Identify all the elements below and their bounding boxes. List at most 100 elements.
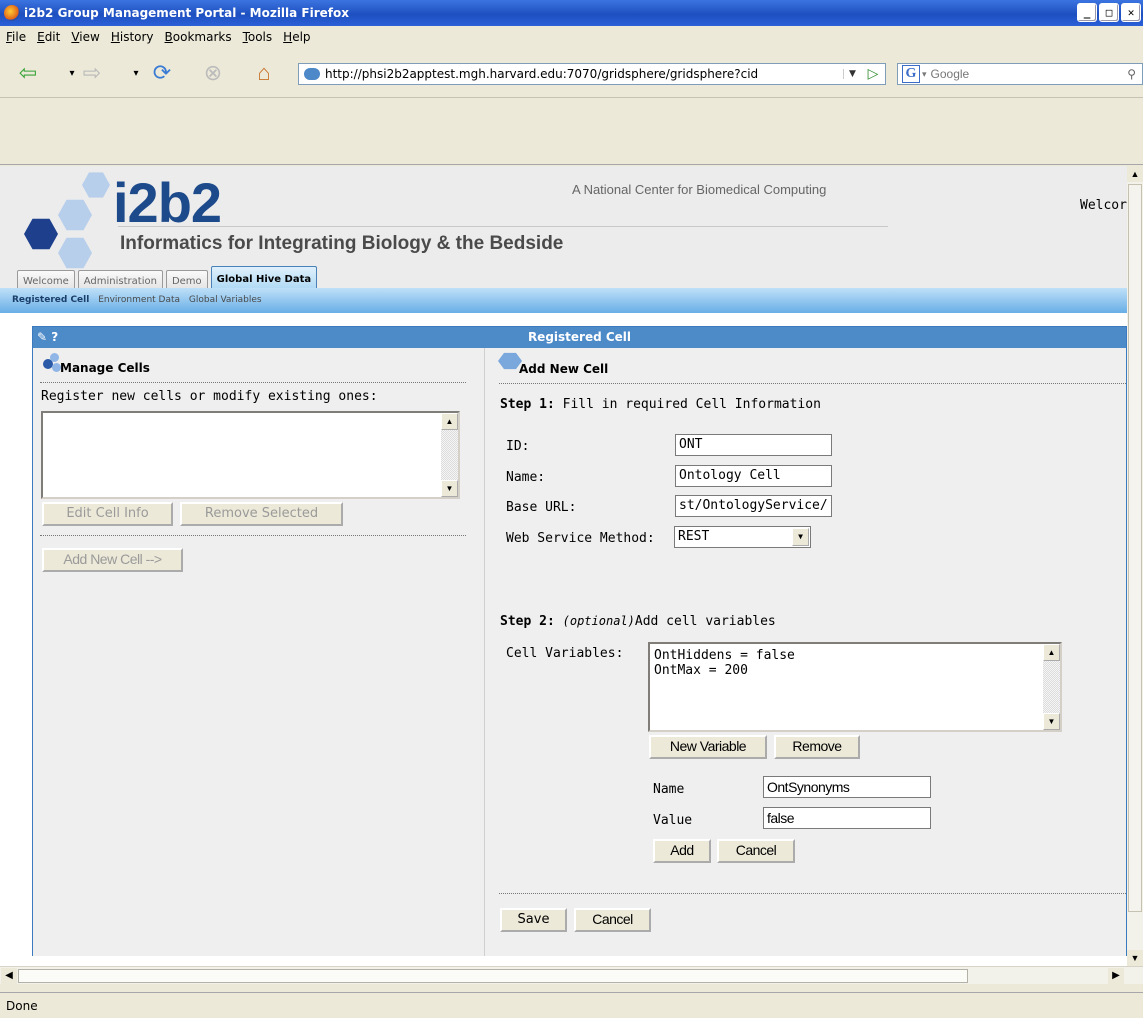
firefox-icon (4, 5, 20, 21)
search-icon[interactable]: ⚲ (1127, 67, 1136, 81)
web-service-method-select[interactable]: REST ▼ (674, 526, 811, 548)
window-title-bar: i2b2 Group Management Portal - Mozilla F… (0, 0, 1143, 26)
subnav-registered-cell[interactable]: Registered Cell (12, 295, 89, 305)
back-arrow-icon[interactable]: ⇦ (14, 60, 42, 86)
scroll-up-icon[interactable]: ▲ (1127, 166, 1143, 182)
base-url-label: Base URL: (506, 500, 577, 515)
scroll-down-icon[interactable]: ▼ (1127, 950, 1143, 966)
home-icon[interactable]: ⌂ (250, 60, 278, 86)
variable-name-label: Name (653, 782, 685, 797)
google-icon[interactable]: G (902, 65, 920, 83)
scroll-up-icon[interactable]: ▲ (1043, 644, 1060, 661)
menu-bookmarks[interactable]: Bookmarks (165, 30, 232, 44)
remove-selected-button[interactable]: Remove Selected (180, 502, 343, 526)
cells-listbox[interactable]: ▲ ▼ (41, 411, 460, 499)
chevron-down-icon[interactable]: ▼ (792, 528, 809, 546)
cell-variables-listbox[interactable]: OntHiddens = false OntMax = 200 ▲ ▼ (648, 642, 1062, 732)
remove-variable-button[interactable]: Remove (774, 735, 860, 759)
add-new-cell-button[interactable]: Add New Cell --> (42, 548, 183, 572)
url-text[interactable]: http://phsi2b2apptest.mgh.harvard.edu:70… (325, 67, 843, 81)
subnav-global-variables[interactable]: Global Variables (189, 295, 262, 305)
step2-text: Step 2: (optional)Add cell variables (500, 614, 776, 629)
go-arrow-icon[interactable]: ▷ (861, 66, 885, 82)
edit-cell-info-button[interactable]: Edit Cell Info (42, 502, 173, 526)
url-bar[interactable]: http://phsi2b2apptest.mgh.harvard.edu:70… (298, 63, 886, 85)
manage-cells-heading: Manage Cells (60, 361, 150, 375)
name-input[interactable]: Ontology Cell (675, 465, 832, 487)
menu-help[interactable]: Help (283, 30, 310, 44)
variable-value-label: Value (653, 813, 693, 828)
window-title: i2b2 Group Management Portal - Mozilla F… (24, 6, 350, 20)
page-viewport: i2b2 Informatics for Integrating Biology… (0, 166, 1127, 966)
edit-help-icon[interactable]: ✎ ? (37, 327, 58, 347)
panel-title: Registered Cell (527, 330, 632, 344)
cancel-button[interactable]: Cancel (574, 908, 651, 932)
stop-icon[interactable]: ⊗ (199, 60, 227, 86)
base-url-input[interactable]: st/OntologyService/ (675, 495, 832, 517)
search-engine-dropdown-icon[interactable]: ▾ (922, 69, 927, 80)
site-icon (304, 68, 320, 80)
scroll-right-icon[interactable]: ▶ (1108, 968, 1124, 984)
logo-subtitle: Informatics for Integrating Biology & th… (120, 233, 564, 254)
panel-title-bar: ✎ ? Registered Cell (33, 327, 1126, 348)
maximize-button[interactable]: □ (1099, 3, 1119, 22)
save-button[interactable]: Save (500, 908, 567, 932)
minimize-button[interactable]: _ (1077, 3, 1097, 22)
logo-divider (118, 226, 888, 227)
logo-hex-icon (58, 199, 92, 231)
variable-value-input[interactable]: false (763, 807, 931, 829)
variable-item[interactable]: OntMax = 200 (654, 663, 748, 678)
variable-item[interactable]: OntHiddens = false (654, 648, 795, 663)
search-bar[interactable]: G ▾ Google ⚲ (897, 63, 1143, 85)
menu-edit[interactable]: Edit (37, 30, 60, 44)
step2-optional: (optional) (562, 614, 635, 628)
divider (499, 893, 1127, 894)
step2-label: Step 2: (500, 614, 555, 629)
forward-dropdown-icon[interactable]: ▾ (122, 60, 150, 86)
logo-hex-icon (82, 172, 110, 198)
vertical-scroll-thumb[interactable] (1128, 184, 1142, 912)
divider (40, 535, 466, 536)
step1-description: Fill in required Cell Information (554, 397, 821, 412)
horizontal-scrollbar[interactable]: ◀ ▶ (0, 966, 1143, 984)
navigation-toolbar: ⇦ ▾ ⇨ ▾ ⟳ ⊗ ⌂ http://phsi2b2apptest.mgh.… (0, 48, 1143, 98)
logo-hex-icon (24, 218, 58, 250)
scroll-up-icon[interactable]: ▲ (441, 413, 458, 430)
scroll-left-icon[interactable]: ◀ (1, 968, 17, 984)
manage-cells-intro: Register new cells or modify existing on… (41, 389, 378, 404)
subnav-environment-data[interactable]: Environment Data (98, 295, 180, 305)
search-placeholder[interactable]: Google (931, 67, 970, 81)
cancel-variable-button[interactable]: Cancel (717, 839, 795, 863)
name-label: Name: (506, 470, 546, 485)
url-dropdown-icon[interactable]: ▼ (843, 69, 861, 79)
web-service-method-label: Web Service Method: (506, 531, 655, 546)
menu-history[interactable]: History (111, 30, 154, 44)
add-new-cell-heading: Add New Cell (519, 362, 609, 376)
welcome-text: Welcor (1080, 198, 1127, 213)
id-input[interactable]: ONT (675, 434, 832, 456)
web-service-method-value: REST (678, 529, 710, 544)
scroll-down-icon[interactable]: ▼ (441, 480, 458, 497)
panel-body: Manage Cells Register new cells or modif… (33, 348, 1127, 956)
listbox-scrollbar[interactable]: ▲ ▼ (1043, 644, 1060, 730)
listbox-scrollbar[interactable]: ▲ ▼ (441, 413, 458, 497)
close-button[interactable]: ✕ (1121, 3, 1141, 22)
menu-view[interactable]: View (71, 30, 99, 44)
horizontal-scroll-thumb[interactable] (18, 969, 968, 983)
forward-arrow-icon[interactable]: ⇨ (78, 60, 106, 86)
tagline: A National Center for Biomedical Computi… (572, 182, 827, 197)
variable-name-input[interactable]: OntSynonyms (763, 776, 931, 798)
vertical-scrollbar[interactable]: ▲ ▼ (1127, 166, 1143, 966)
column-divider (484, 348, 485, 956)
scroll-down-icon[interactable]: ▼ (1043, 713, 1060, 730)
menu-file[interactable]: File (6, 30, 26, 44)
new-variable-button[interactable]: New Variable (649, 735, 767, 759)
step1-text: Step 1: Fill in required Cell Informatio… (500, 397, 821, 412)
menu-tools[interactable]: Tools (243, 30, 273, 44)
add-variable-button[interactable]: Add (653, 839, 711, 863)
id-label: ID: (506, 439, 530, 454)
status-bar: Done (0, 992, 1143, 1018)
divider (40, 382, 466, 383)
reload-icon[interactable]: ⟳ (148, 60, 176, 86)
menu-bar: File Edit View History Bookmarks Tools H… (0, 26, 1143, 48)
